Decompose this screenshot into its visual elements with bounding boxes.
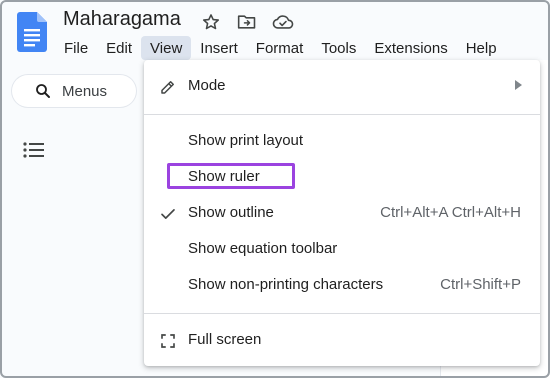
google-docs-logo-icon[interactable] — [17, 12, 47, 52]
menu-insert[interactable]: Insert — [191, 36, 247, 60]
menu-edit[interactable]: Edit — [97, 36, 141, 60]
menu-extensions[interactable]: Extensions — [365, 36, 456, 60]
document-title[interactable]: Maharagama — [63, 8, 181, 31]
show-outline-shortcut: Ctrl+Alt+A Ctrl+Alt+H — [380, 204, 521, 221]
view-menu-dropdown: Mode Show print layout Show ruler Show o… — [144, 60, 540, 366]
menu-option-show-non-printing-characters[interactable]: Show non-printing characters Ctrl+Shift+… — [144, 268, 540, 302]
move-to-folder-icon[interactable] — [236, 11, 258, 33]
show-non-printing-shortcut: Ctrl+Shift+P — [440, 276, 521, 293]
document-outline-icon[interactable] — [22, 140, 46, 162]
menu-option-mode[interactable]: Mode — [144, 69, 540, 103]
fullscreen-icon — [158, 331, 178, 351]
search-icon — [36, 84, 50, 98]
menu-divider — [144, 313, 540, 314]
menus-search-button[interactable]: Menus — [12, 75, 136, 107]
cloud-saved-icon[interactable] — [272, 11, 294, 33]
menu-format[interactable]: Format — [247, 36, 313, 60]
menu-divider — [144, 114, 540, 115]
menu-tools[interactable]: Tools — [312, 36, 365, 60]
menu-option-show-outline[interactable]: Show outline Ctrl+Alt+A Ctrl+Alt+H — [144, 196, 540, 230]
menu-help[interactable]: Help — [457, 36, 506, 60]
pencil-icon — [158, 77, 178, 97]
show-non-printing-label: Show non-printing characters — [188, 276, 384, 293]
menus-label: Menus — [62, 82, 108, 100]
show-print-layout-label: Show print layout — [188, 132, 304, 149]
show-equation-toolbar-label: Show equation toolbar — [188, 240, 338, 257]
full-screen-label: Full screen — [188, 331, 262, 348]
star-icon[interactable] — [200, 11, 222, 33]
mode-label: Mode — [188, 77, 226, 94]
menu-option-show-print-layout[interactable]: Show print layout — [144, 124, 540, 158]
menu-option-full-screen[interactable]: Full screen — [144, 323, 540, 357]
submenu-arrow-icon — [515, 80, 522, 90]
menu-view[interactable]: View — [141, 36, 192, 60]
menu-file[interactable]: File — [55, 36, 97, 60]
menubar: File Edit View Insert Format Tools Exten… — [55, 36, 506, 60]
show-ruler-highlight-annotation — [167, 163, 295, 189]
checkmark-icon — [158, 204, 178, 224]
menu-option-show-equation-toolbar[interactable]: Show equation toolbar — [144, 232, 540, 266]
show-outline-label: Show outline — [188, 204, 274, 221]
